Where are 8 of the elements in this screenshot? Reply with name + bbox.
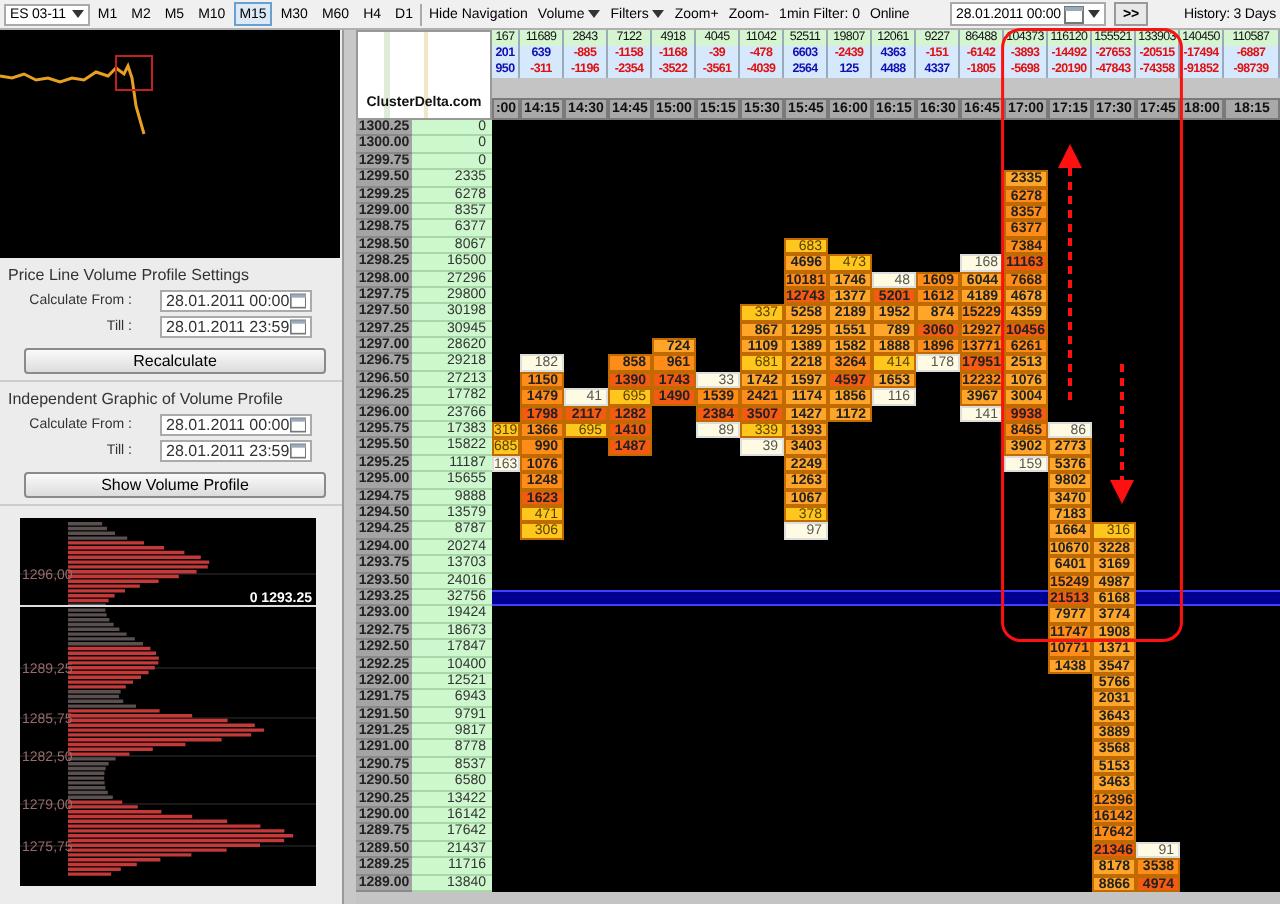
recalculate-button[interactable]: Recalculate: [24, 348, 326, 374]
group-title: Price Line Volume Profile Settings: [8, 266, 252, 284]
date-field[interactable]: 28.01.2011 23:59: [160, 316, 312, 338]
date-field[interactable]: 28.01.2011 00:00: [160, 290, 312, 312]
show-profile-button[interactable]: Show Volume Profile: [24, 472, 326, 498]
date-field[interactable]: 28.01.2011 00:00: [160, 414, 312, 436]
date-field[interactable]: 28.01.2011 23:59: [160, 440, 312, 462]
group-title: Independent Graphic of Volume Profile: [8, 390, 285, 408]
